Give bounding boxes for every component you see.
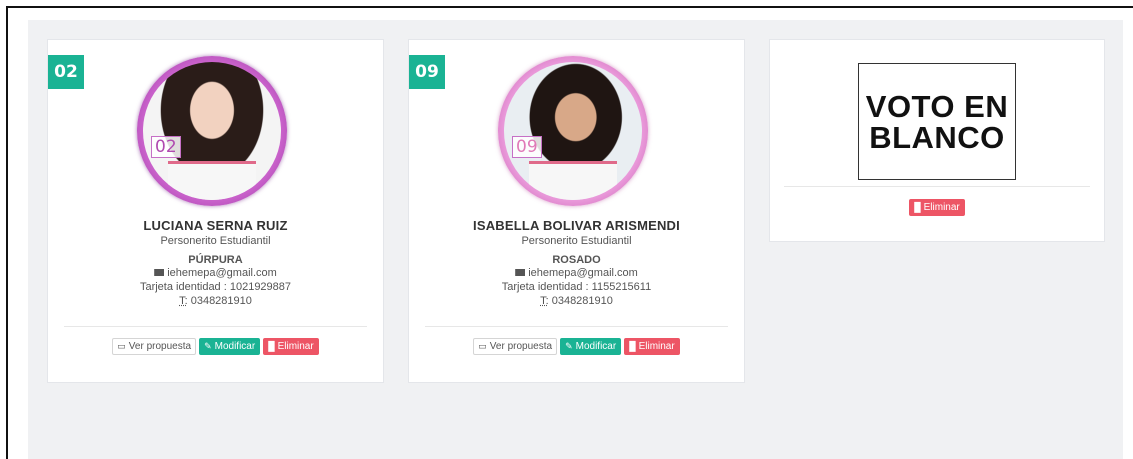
candidate-email: iehemepa@gmail.com bbox=[528, 267, 638, 279]
view-proposal-label: Ver propuesta bbox=[128, 341, 192, 352]
view-proposal-button[interactable]: ▭ Ver propuesta bbox=[112, 338, 197, 355]
photo-number-tag: 09 bbox=[512, 136, 542, 158]
photo-uniform bbox=[528, 161, 618, 200]
candidate-photo-frame: 09 bbox=[498, 56, 648, 206]
edit-icon: ✎ bbox=[204, 341, 212, 351]
delete-label: Eliminar bbox=[277, 341, 314, 352]
candidate-role: Personerito Estudiantil bbox=[160, 235, 271, 247]
card-divider bbox=[784, 186, 1090, 187]
modify-label: Modificar bbox=[214, 341, 256, 352]
photo-number-tag: 02 bbox=[151, 136, 181, 158]
blank-vote-card: VOTO EN BLANCO █ Eliminar bbox=[769, 39, 1105, 242]
candidate-id-doc: Tarjeta identidad : 1155215611 bbox=[501, 281, 652, 293]
view-proposal-button[interactable]: ▭ Ver propuesta bbox=[473, 338, 558, 355]
candidate-email-line: iehemepa@gmail.com bbox=[48, 267, 383, 280]
candidate-number-badge: 02 bbox=[48, 55, 84, 89]
candidate-card: 02 02 LUCIANA SERNA RUIZ Personerito Est… bbox=[47, 39, 384, 383]
edit-icon: ✎ bbox=[565, 341, 573, 351]
trash-icon: █ bbox=[629, 341, 636, 351]
card-divider bbox=[425, 326, 728, 327]
trash-icon: █ bbox=[914, 202, 921, 212]
candidate-name: LUCIANA SERNA RUIZ bbox=[143, 218, 288, 233]
candidate-phone-line: T: 0348281910 bbox=[48, 295, 383, 308]
candidate-phone: 0348281910 bbox=[548, 295, 613, 307]
candidate-photo: 02 bbox=[143, 62, 281, 200]
card-actions: ▭ Ver propuesta ✎ Modificar █ Eliminar bbox=[409, 338, 744, 355]
modify-button[interactable]: ✎ Modificar bbox=[199, 338, 261, 355]
blank-vote-image: VOTO EN BLANCO bbox=[858, 63, 1016, 180]
candidate-name: ISABELLA BOLIVAR ARISMENDI bbox=[473, 218, 680, 233]
view-proposal-label: Ver propuesta bbox=[489, 341, 553, 352]
blank-vote-line1: VOTO EN bbox=[865, 88, 1009, 124]
card-actions: ▭ Ver propuesta ✎ Modificar █ Eliminar bbox=[48, 338, 383, 355]
candidate-phone: 0348281910 bbox=[187, 295, 252, 307]
photo-uniform bbox=[167, 161, 257, 200]
phone-abbr: T: bbox=[540, 295, 549, 307]
candidate-id-doc: Tarjeta identidad : 1021929887 bbox=[139, 281, 292, 293]
delete-button[interactable]: █ Eliminar bbox=[624, 338, 680, 355]
delete-button[interactable]: █ Eliminar bbox=[263, 338, 319, 355]
card-actions: █ Eliminar bbox=[770, 199, 1104, 216]
phone-abbr: T: bbox=[179, 295, 188, 307]
delete-label: Eliminar bbox=[638, 341, 675, 352]
envelope-icon bbox=[154, 269, 165, 276]
candidate-photo: 09 bbox=[504, 62, 642, 200]
candidate-info: LUCIANA SERNA RUIZ Personerito Estudiant… bbox=[48, 218, 383, 308]
laptop-icon: ▭ bbox=[478, 341, 487, 351]
blank-vote-line2: BLANCO bbox=[869, 119, 1005, 155]
modify-label: Modificar bbox=[575, 341, 617, 352]
envelope-icon bbox=[515, 269, 526, 276]
candidate-info: ISABELLA BOLIVAR ARISMENDI Personerito E… bbox=[409, 218, 744, 308]
candidate-photo-frame: 02 bbox=[137, 56, 287, 206]
candidate-card: 09 09 ISABELLA BOLIVAR ARISMENDI Persone… bbox=[408, 39, 745, 383]
delete-button[interactable]: █ Eliminar bbox=[909, 199, 965, 216]
candidate-party: ROSADO bbox=[552, 254, 601, 266]
candidate-phone-line: T: 0348281910 bbox=[409, 295, 744, 308]
candidate-email: iehemepa@gmail.com bbox=[167, 267, 277, 279]
candidate-party: PÚRPURA bbox=[188, 254, 243, 266]
candidate-number-badge: 09 bbox=[409, 55, 445, 89]
delete-label: Eliminar bbox=[923, 202, 960, 213]
trash-icon: █ bbox=[268, 341, 275, 351]
candidate-role: Personerito Estudiantil bbox=[521, 235, 632, 247]
modify-button[interactable]: ✎ Modificar bbox=[560, 338, 622, 355]
laptop-icon: ▭ bbox=[117, 341, 126, 351]
card-divider bbox=[64, 326, 367, 327]
candidate-email-line: iehemepa@gmail.com bbox=[409, 267, 744, 280]
